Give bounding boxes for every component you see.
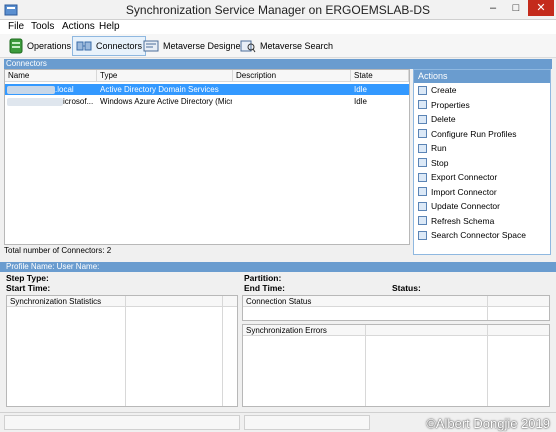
metaverse-designer-label: Metaverse Designer: [163, 41, 244, 51]
column-separator: [125, 296, 126, 406]
column-header-state[interactable]: State: [351, 70, 409, 82]
connector-type: Windows Azure Active Directory (Micr...: [100, 97, 232, 106]
run-icon: [418, 143, 427, 153]
metaverse-search-icon: [240, 40, 256, 53]
watermark: ©Albert Dongjie 2019: [426, 416, 550, 431]
connector-count: Total number of Connectors: 2: [4, 246, 112, 255]
action-stop[interactable]: Stop: [414, 156, 550, 171]
action-export-connector[interactable]: Export Connector: [414, 170, 550, 185]
action-label: Delete: [431, 114, 456, 125]
action-update-connector[interactable]: Update Connector: [414, 199, 550, 214]
connection-status-pane: Connection Status: [242, 295, 550, 321]
connectors-icon: [76, 41, 92, 51]
redacted-area: [7, 86, 55, 94]
action-label: Create: [431, 85, 457, 96]
metaverse-search-label: Metaverse Search: [260, 41, 334, 51]
status-segment: [4, 415, 240, 430]
connectors-button[interactable]: Connectors: [72, 36, 147, 56]
action-delete[interactable]: Delete: [414, 112, 550, 127]
create-icon: [418, 85, 427, 95]
column-separator: [365, 325, 366, 406]
import-icon: [418, 187, 427, 197]
search-icon: [418, 230, 427, 240]
connectors-label: Connectors: [96, 41, 143, 51]
menu-tools[interactable]: Tools: [31, 21, 54, 32]
connector-state: Idle: [354, 97, 367, 106]
action-label: Refresh Schema: [431, 215, 495, 226]
update-icon: [418, 201, 427, 211]
sync-errors-pane: Synchronization Errors: [242, 324, 550, 407]
action-refresh-schema[interactable]: Refresh Schema: [414, 214, 550, 229]
column-separator: [487, 296, 488, 320]
table-row[interactable]: .local Active Directory Domain Services …: [5, 84, 409, 95]
metaverse-designer-button[interactable]: Metaverse Designer: [140, 36, 247, 56]
status-segment: [244, 415, 370, 430]
end-time-label: End Time:: [244, 283, 285, 293]
delete-icon: [418, 114, 427, 124]
title-bar: Synchronization Service Manager on ERGOE…: [0, 0, 556, 20]
action-label: Run: [431, 143, 447, 154]
column-separator: [222, 296, 223, 406]
refresh-icon: [418, 216, 427, 226]
action-configure-run-profiles[interactable]: Configure Run Profiles: [414, 127, 550, 142]
menu-actions[interactable]: Actions: [62, 21, 95, 32]
step-type-label: Step Type:: [6, 273, 49, 283]
connector-name: icrosof...: [63, 97, 94, 106]
status-bar: ©Albert Dongjie 2019: [0, 412, 556, 432]
sync-statistics-pane: Synchronization Statistics: [6, 295, 238, 407]
partition-label: Partition:: [244, 273, 282, 283]
action-label: Search Connector Space: [431, 230, 526, 241]
column-header-description[interactable]: Description: [233, 70, 351, 82]
column-header-name[interactable]: Name: [5, 70, 97, 82]
column-separator: [487, 325, 488, 406]
window-title: Synchronization Service Manager on ERGOE…: [125, 3, 431, 17]
action-label: Properties: [431, 99, 470, 110]
action-search-connector-space[interactable]: Search Connector Space: [414, 228, 550, 243]
metaverse-search-button[interactable]: Metaverse Search: [237, 36, 336, 56]
properties-icon: [418, 100, 427, 110]
operations-button[interactable]: Operations: [6, 36, 74, 56]
minimize-button[interactable]: –: [482, 0, 504, 16]
menu-file[interactable]: File: [8, 21, 24, 32]
toolbar: Operations Connectors Metaverse Designer…: [0, 34, 556, 58]
action-create[interactable]: Create: [414, 83, 550, 98]
sync-statistics-header: Synchronization Statistics: [7, 296, 237, 307]
action-label: Update Connector: [431, 201, 500, 212]
actions-pane: Actions Create Properties Delete Configu…: [413, 69, 551, 255]
operations-label: Operations: [27, 41, 72, 51]
configure-icon: [418, 129, 427, 139]
table-row[interactable]: icrosof... Windows Azure Active Director…: [5, 96, 409, 107]
action-import-connector[interactable]: Import Connector: [414, 185, 550, 200]
connector-type: Active Directory Domain Services: [100, 85, 219, 94]
metaverse-designer-icon: [143, 40, 159, 52]
connection-status-header: Connection Status: [243, 296, 549, 307]
menu-bar: File Tools Actions Help: [0, 20, 556, 34]
status-label: Status:: [392, 283, 421, 293]
sync-errors-header: Synchronization Errors: [243, 325, 549, 336]
redacted-area: [7, 98, 63, 106]
connector-name: .local: [55, 85, 74, 94]
action-label: Stop: [431, 157, 449, 168]
menu-help[interactable]: Help: [99, 21, 120, 32]
close-button[interactable]: ✕: [528, 0, 554, 16]
column-header-type[interactable]: Type: [97, 70, 233, 82]
action-label: Configure Run Profiles: [431, 128, 517, 139]
profile-header: Profile Name: User Name:: [0, 262, 556, 272]
start-time-label: Start Time:: [6, 283, 51, 293]
action-properties[interactable]: Properties: [414, 98, 550, 113]
action-label: Export Connector: [431, 172, 498, 183]
connector-state: Idle: [354, 85, 367, 94]
actions-header: Actions: [414, 70, 550, 83]
operations-icon: [9, 38, 23, 54]
export-icon: [418, 172, 427, 182]
action-label: Import Connector: [431, 186, 497, 197]
stop-icon: [418, 158, 427, 168]
maximize-button[interactable]: □: [505, 0, 527, 16]
action-run[interactable]: Run: [414, 141, 550, 156]
connectors-section-header: Connectors: [4, 59, 552, 69]
connectors-grid: Name Type Description State .local Activ…: [4, 69, 410, 245]
